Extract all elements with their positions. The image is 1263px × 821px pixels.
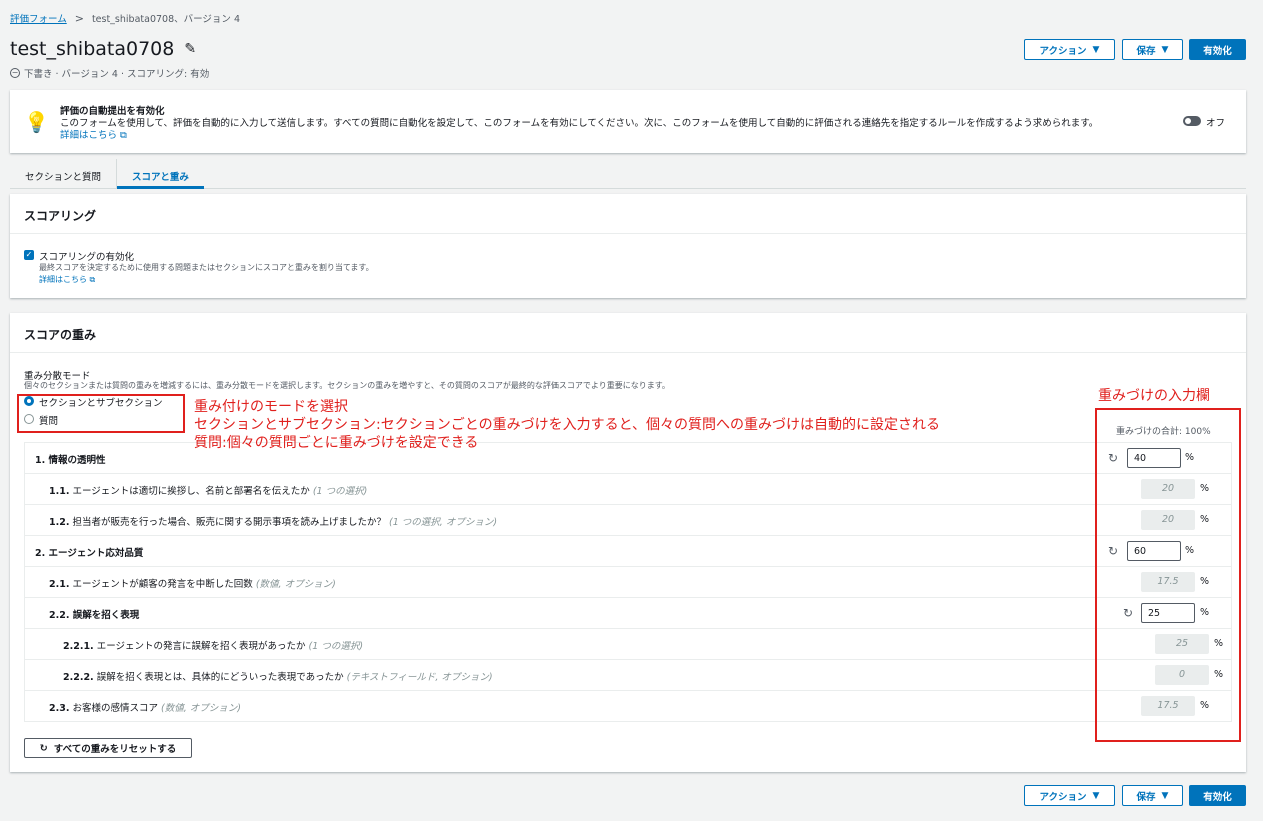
footer-enable-label: 有効化 [1203,791,1232,803]
caret-down-icon: ▼ [1161,44,1169,55]
score-weights-panel: スコアの重み 重み分散モード 個々のセクションまたは質問の重みを増減するには、重… [10,313,1246,772]
footer-save-label: 保存 [1136,791,1156,803]
score-weights-header: スコアの重み [10,313,1246,353]
caret-down-icon: ▼ [1092,790,1100,801]
scoring-description-text: 最終スコアを決定するために使用する問題またはセクションにスコアと重みを割り当てま… [39,263,374,272]
caret-down-icon: ▼ [1092,44,1100,55]
draft-status-icon: − [10,68,20,78]
question-text: 2.2.2. 誤解を招く表現とは、具体的にどういった表現であったか (テキストフ… [63,672,493,683]
reset-icon: ↻ [39,742,48,754]
save-button-label: 保存 [1136,45,1156,57]
action-dropdown-button[interactable]: アクション ▼ [1024,39,1115,60]
enable-button-label: 有効化 [1203,45,1232,57]
enable-scoring-checkbox[interactable]: ✓ [24,250,34,260]
page-subtitle: 下書き · バージョン 4 · スコアリング: 有効 [24,69,210,80]
footer-action-dropdown-button[interactable]: アクション ▼ [1024,785,1115,806]
table-row: 1.2. 担当者が販売を行った場合、販売に関する開示事項を読み上げましたか？ (… [25,505,1231,536]
learn-more-link[interactable]: 詳細はこちら [60,130,117,141]
auto-submit-learn-more[interactable]: 詳細はこちら ⧉ [60,127,127,141]
breadcrumb-root-link[interactable]: 評価フォーム [10,11,67,25]
external-link-icon: ⧉ [120,130,127,141]
table-row: 2.2.1. エージェントの発言に誤解を招く表現があったか (1 つの選択) 2… [25,629,1231,660]
table-row: 2.3. お客様の感情スコア (数値, オプション) 17.5 % [25,691,1231,722]
breadcrumb-current: test_shibata0708、バージョン 4 [91,14,240,25]
enable-scoring-label: スコアリングの有効化 [39,252,135,263]
question-text: 1.1. エージェントは適切に挨拶し、名前と部署名を伝えたか (1 つの選択) [49,486,368,497]
question-text: 2.3. お客様の感情スコア (数値, オプション) [49,703,241,714]
scoring-panel: スコアリング ✓ スコアリングの有効化 最終スコアを決定するために使用する問題ま… [10,194,1246,298]
toggle-label: オフ [1206,118,1226,129]
question-text: 1. 情報の透明性 [35,455,106,466]
edit-pencil-icon[interactable]: ✎ [184,41,196,57]
table-row: 1.1. エージェントは適切に挨拶し、名前と部署名を伝えたか (1 つの選択) … [25,474,1231,505]
question-text: 1.2. 担当者が販売を行った場合、販売に関する開示事項を読み上げましたか？ (… [49,517,498,528]
tab-sections-and-questions[interactable]: セクションと質問 [10,159,116,189]
footer-action-label: アクション [1039,791,1087,803]
table-row: 2.1. エージェントが顧客の発言を中断した回数 (数値, オプション) 17.… [25,567,1231,598]
caret-down-icon: ▼ [1161,790,1169,801]
page-subtitle-row: − 下書き · バージョン 4 · スコアリング: 有効 [10,66,209,80]
weights-table: 1. 情報の透明性 ↻ 40 % 1.1. エージェントは適切に挨拶し、名前と部… [24,442,1232,722]
annotation-mode-box [17,394,185,433]
annotation-input-box [1095,408,1241,742]
table-row: 2.2. 誤解を招く表現 ↻ 25 % [25,598,1231,629]
question-text: 2.2. 誤解を招く表現 [49,610,140,621]
lightbulb-icon: 💡 [24,110,49,134]
tab-bar: セクションと質問 スコアと重み [10,159,1246,189]
auto-submit-panel: 💡 評価の自動提出を有効化 このフォームを使用して、評価を自動的に入力して送信し… [10,90,1246,153]
reset-all-label: すべての重みをリセットする [53,744,177,755]
annotation-input-title: 重みづけの入力欄 [1098,388,1210,404]
scoring-learn-more-link[interactable]: 詳細はこちら [39,275,87,284]
external-link-icon: ⧉ [89,275,96,284]
table-row: 2. エージェント応対品質 ↻ 60 % [25,536,1231,567]
question-text: 2. エージェント応対品質 [35,548,144,559]
action-button-label: アクション [1039,45,1087,57]
annotation-mode-line1: セクションとサブセクション:セクションごとの重みづけを入力すると、個々の質問への… [194,417,941,433]
annotation-mode-title: 重み付けのモードを選択 [194,399,348,415]
breadcrumb-separator: > [74,11,84,25]
footer-save-dropdown-button[interactable]: 保存 ▼ [1122,785,1183,806]
tab-scores-and-weights[interactable]: スコアと重み [117,159,204,189]
page-title-row: test_shibata0708 ✎ [10,38,196,60]
auto-submit-description: このフォームを使用して、評価を自動的に入力して送信します。すべての質問に自動化を… [60,118,1099,129]
question-text: 2.2.1. エージェントの発言に誤解を招く表現があったか (1 つの選択) [63,641,364,652]
enable-scoring-description: 最終スコアを決定するために使用する問題またはセクションにスコアと重みを割り当てま… [39,262,379,286]
breadcrumb: 評価フォーム > test_shibata0708、バージョン 4 [10,11,240,26]
question-text: 2.1. エージェントが顧客の発言を中断した回数 (数値, オプション) [49,579,336,590]
annotation-mode-line2: 質問:個々の質問ごとに重みづけを設定できる [194,435,479,451]
distribution-mode-description: 個々のセクションまたは質問の重みを増減するには、重み分散モードを選択します。セク… [24,381,670,390]
save-dropdown-button[interactable]: 保存 ▼ [1122,39,1183,60]
auto-submit-toggle[interactable] [1183,116,1201,126]
reset-all-weights-button[interactable]: ↻ すべての重みをリセットする [24,738,192,758]
scoring-header: スコアリング [10,194,1246,234]
page-title: test_shibata0708 [10,38,175,60]
table-row: 2.2.2. 誤解を招く表現とは、具体的にどういった表現であったか (テキストフ… [25,660,1231,691]
enable-button[interactable]: 有効化 [1189,39,1246,60]
footer-enable-button[interactable]: 有効化 [1189,785,1246,806]
